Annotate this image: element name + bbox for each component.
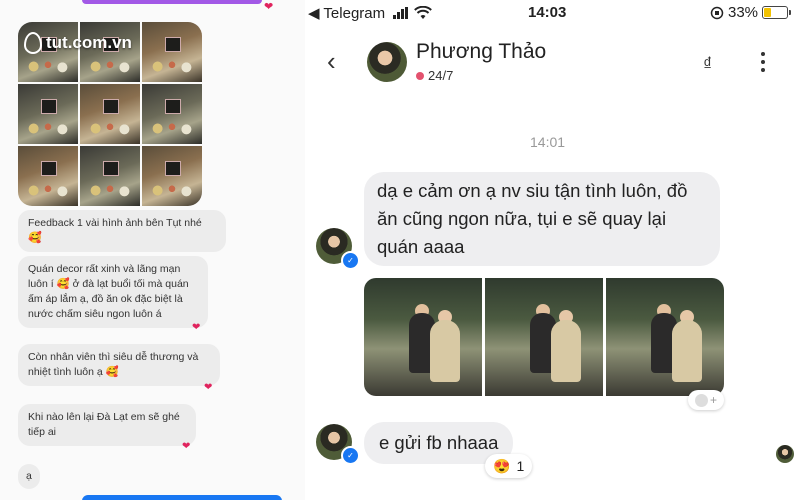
add-reaction-plus: + <box>709 393 717 407</box>
message-text: Quán decor rất xinh và lãng mạn luôn í 🥰… <box>28 263 189 320</box>
add-reaction-button[interactable]: + <box>688 390 724 410</box>
heart-reaction-icon: ❤ <box>264 1 274 13</box>
heart-reaction-icon: ❤ <box>182 441 191 452</box>
clock: 14:03 <box>528 4 567 21</box>
status-bar: ◀ Telegram 14:03 33% <box>305 0 800 26</box>
watermark: tut.com.vn <box>24 32 132 54</box>
messenger-badge-icon: ✓ <box>341 251 360 270</box>
message-bubble[interactable]: ạ <box>18 464 40 489</box>
photo-attachment[interactable] <box>485 278 603 396</box>
avatar[interactable] <box>367 42 407 82</box>
messenger-badge-icon: ✓ <box>341 446 360 465</box>
previous-message-edge <box>82 0 262 4</box>
back-chevron-icon[interactable]: ‹ <box>327 46 357 76</box>
message-bubble[interactable]: Feedback 1 vài hình ảnh bên Tụt nhé 🥰 <box>18 210 226 252</box>
photo-thumbnail[interactable] <box>18 146 78 206</box>
smiley-icon <box>694 393 708 407</box>
left-chat-panel: ❤ tut.com.vn Feedback 1 vài hình ảnh bên… <box>0 0 305 500</box>
photo-thumbnail[interactable] <box>142 22 202 82</box>
heart-reaction-icon: ❤ <box>204 382 213 393</box>
back-app-label: ◀ Telegram <box>308 5 386 22</box>
next-message-edge <box>82 495 282 500</box>
photo-thumbnail[interactable] <box>80 146 140 206</box>
photo-attachment[interactable] <box>606 278 724 396</box>
photo-thumbnail[interactable] <box>18 84 78 144</box>
more-options-icon[interactable] <box>758 52 768 72</box>
orientation-lock-icon <box>710 6 724 19</box>
online-dot-icon <box>416 71 424 80</box>
contact-name[interactable]: Phương Thảo <box>416 40 546 64</box>
back-to-app[interactable]: ◀ Telegram <box>308 4 433 22</box>
seen-avatar <box>776 445 794 463</box>
contact-status: 24/7 <box>416 68 453 83</box>
message-bubble[interactable]: Khi nào lên lại Đà Lạt em sẽ ghé tiếp ai <box>18 404 196 446</box>
time-separator: 14:01 <box>530 134 566 150</box>
photo-thumbnail[interactable] <box>142 84 202 144</box>
message-text: Còn nhân viên thì siêu dễ thương và nhiệ… <box>28 351 199 378</box>
message-bubble[interactable]: dạ e cảm ơn ạ nv siu tận tình luôn, đồ ă… <box>364 172 720 266</box>
reaction-count: 1 <box>516 458 525 474</box>
signal-icon <box>393 7 409 19</box>
message-text: Khi nào lên lại Đà Lạt em sẽ ghé tiếp ai <box>28 411 180 438</box>
photo-attachment[interactable] <box>364 278 482 396</box>
battery-percent: 33% <box>728 4 759 21</box>
emoji: 🥰 <box>28 232 42 244</box>
right-chat-panel: ◀ Telegram 14:03 33% ‹ Phương Thảo 24/7 … <box>305 0 800 500</box>
message-text: ạ <box>26 470 32 482</box>
dong-icon[interactable]: ₫ <box>703 54 712 75</box>
wifi-icon <box>414 6 433 19</box>
status-text: 24/7 <box>428 68 454 83</box>
reaction-pill[interactable]: 😍 1 <box>485 454 533 478</box>
status-right: 33% <box>710 4 792 21</box>
logo-icon <box>24 32 42 54</box>
photo-thumbnail[interactable] <box>80 84 140 144</box>
message-text: Feedback 1 vài hình ảnh bên Tụt nhé <box>28 217 202 229</box>
heart-eyes-emoji: 😍 <box>493 457 511 474</box>
battery-icon <box>762 6 792 19</box>
heart-reaction-icon: ❤ <box>192 322 201 333</box>
message-bubble[interactable]: Quán decor rất xinh và lãng mạn luôn í 🥰… <box>18 256 208 328</box>
message-bubble[interactable]: Còn nhân viên thì siêu dễ thương và nhiệ… <box>18 344 220 386</box>
screenshot: ❤ tut.com.vn Feedback 1 vài hình ảnh bên… <box>0 0 800 500</box>
photo-thumbnail[interactable] <box>142 146 202 206</box>
message-text: dạ e cảm ơn ạ nv siu tận tình luôn, đồ ă… <box>377 180 688 257</box>
message-text: e gửi fb nhaaa <box>379 432 499 453</box>
watermark-text: tut.com.vn <box>46 33 132 52</box>
photo-row <box>364 278 724 396</box>
